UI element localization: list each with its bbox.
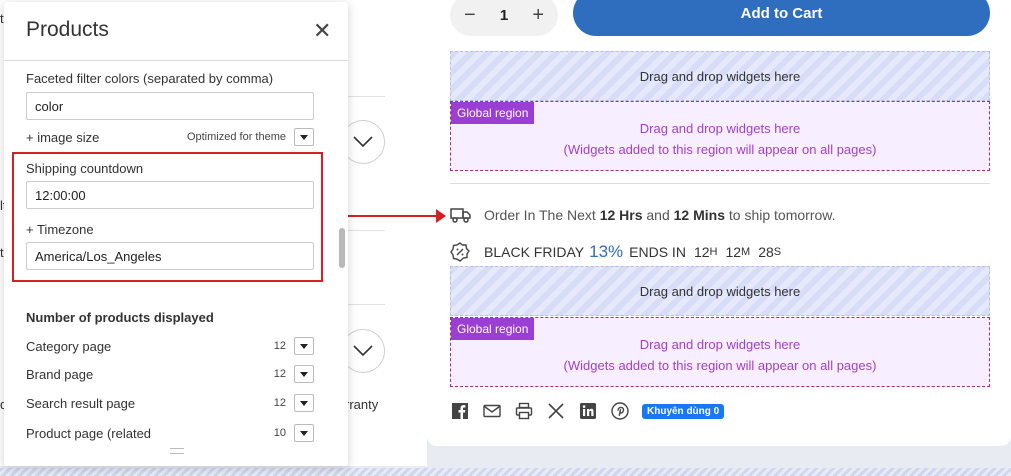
bf-label: BLACK FRIDAY: [484, 244, 585, 260]
global-region-line: Drag and drop widgets here: [639, 337, 801, 352]
image-size-label[interactable]: + image size: [26, 130, 187, 145]
product-count-label: Product page (related: [26, 425, 152, 441]
minus-button[interactable]: −: [464, 4, 476, 27]
widget-drop-zone[interactable]: Drag and drop widgets here: [450, 51, 990, 101]
bf-percent: 13%: [589, 242, 624, 261]
bf-hours-unit: H: [709, 246, 718, 258]
products-displayed-heading: Number of products displayed: [26, 310, 214, 325]
product-count-value: 10: [273, 427, 286, 439]
print-icon[interactable]: [514, 401, 534, 421]
global-region-message: Drag and drop widgets here (Widgets adde…: [451, 118, 989, 160]
product-count-row: Search result page 12: [26, 393, 314, 413]
black-friday-countdown: BLACK FRIDAY 13% ENDS IN 12 H 12 M 28 S: [450, 242, 781, 262]
divider: [450, 183, 990, 184]
global-region[interactable]: Global region Drag and drop widgets here…: [450, 101, 990, 171]
global-region-line: Drag and drop widgets here: [639, 121, 801, 136]
chevron-down-icon[interactable]: [294, 394, 314, 412]
ship-hours: 12 Hrs: [599, 207, 643, 223]
divider: [4, 60, 348, 61]
panel-scrollbar[interactable]: [338, 62, 346, 454]
linkedin-icon[interactable]: [578, 401, 598, 421]
widget-drop-zone[interactable]: Drag and drop widgets here: [450, 266, 990, 316]
x-twitter-icon[interactable]: [546, 401, 566, 421]
product-count-row: Brand page 12: [26, 364, 314, 384]
bf-minutes: 12: [725, 244, 742, 260]
faceted-colors-input[interactable]: [26, 92, 314, 120]
product-count-value: 12: [273, 340, 286, 352]
callout-arrow-head: [436, 209, 446, 223]
facebook-like-button[interactable]: Khuyên dùng 0: [642, 403, 725, 419]
image-size-value: Optimized for theme: [186, 131, 286, 143]
share-bar: Khuyên dùng 0: [450, 401, 725, 421]
global-region-line: (Widgets added to this region will appea…: [563, 142, 877, 157]
bf-ends: ENDS IN: [629, 244, 686, 260]
product-count-row: Category page 12: [26, 336, 314, 356]
background-stripe: [0, 468, 1011, 476]
product-count-row: Product page (related 10: [26, 423, 314, 443]
truck-icon: [450, 208, 471, 223]
product-count-label: Category page: [26, 338, 112, 354]
global-region-line: (Widgets added to this region will appea…: [563, 358, 877, 373]
bf-hours: 12: [693, 244, 710, 260]
pinterest-icon[interactable]: [610, 401, 630, 421]
product-count-label: Search result page: [26, 395, 136, 411]
bf-seconds: 28: [758, 244, 774, 260]
bf-seconds-unit: S: [773, 246, 782, 258]
product-count-label: Brand page: [26, 366, 94, 382]
close-icon[interactable]: ✕: [313, 18, 331, 44]
divider: [347, 230, 385, 231]
global-region[interactable]: Global region Drag and drop widgets here…: [450, 317, 990, 387]
faceted-colors-label: Faceted filter colors (separated by comm…: [26, 71, 274, 86]
divider: [347, 304, 385, 305]
scrollbar-thumb[interactable]: [339, 228, 345, 268]
product-count-value: 12: [273, 368, 286, 380]
product-count-value: 12: [273, 397, 286, 409]
divider: [347, 96, 385, 97]
quantity-stepper[interactable]: − 1 +: [450, 0, 558, 36]
chevron-down-icon[interactable]: [294, 128, 314, 146]
global-region-message: Drag and drop widgets here (Widgets adde…: [451, 334, 989, 376]
discount-badge-icon: [450, 242, 470, 262]
ship-text: Order In The Next: [484, 207, 600, 223]
panel-title: Products: [26, 18, 109, 41]
facebook-icon[interactable]: [450, 401, 470, 421]
email-icon[interactable]: [482, 401, 502, 421]
add-to-cart-button[interactable]: Add to Cart: [573, 0, 990, 36]
ship-text: to ship tomorrow.: [725, 207, 836, 223]
image-size-row: + image size Optimized for theme: [26, 127, 314, 147]
highlight-box: [12, 152, 323, 282]
quantity-value: 1: [499, 6, 509, 24]
ship-text: and: [642, 207, 674, 223]
chevron-down-icon[interactable]: [294, 337, 314, 355]
chevron-down-icon[interactable]: [294, 424, 314, 442]
shipping-countdown: Order In The Next 12 Hrs and 12 Mins to …: [450, 206, 836, 224]
ship-minutes: 12 Mins: [673, 207, 725, 223]
bf-minutes-unit: M: [741, 246, 751, 258]
resize-grip-icon[interactable]: [170, 448, 184, 454]
background-text: rranty: [345, 397, 379, 412]
plus-button[interactable]: +: [532, 4, 544, 27]
chevron-down-icon[interactable]: [294, 365, 314, 383]
